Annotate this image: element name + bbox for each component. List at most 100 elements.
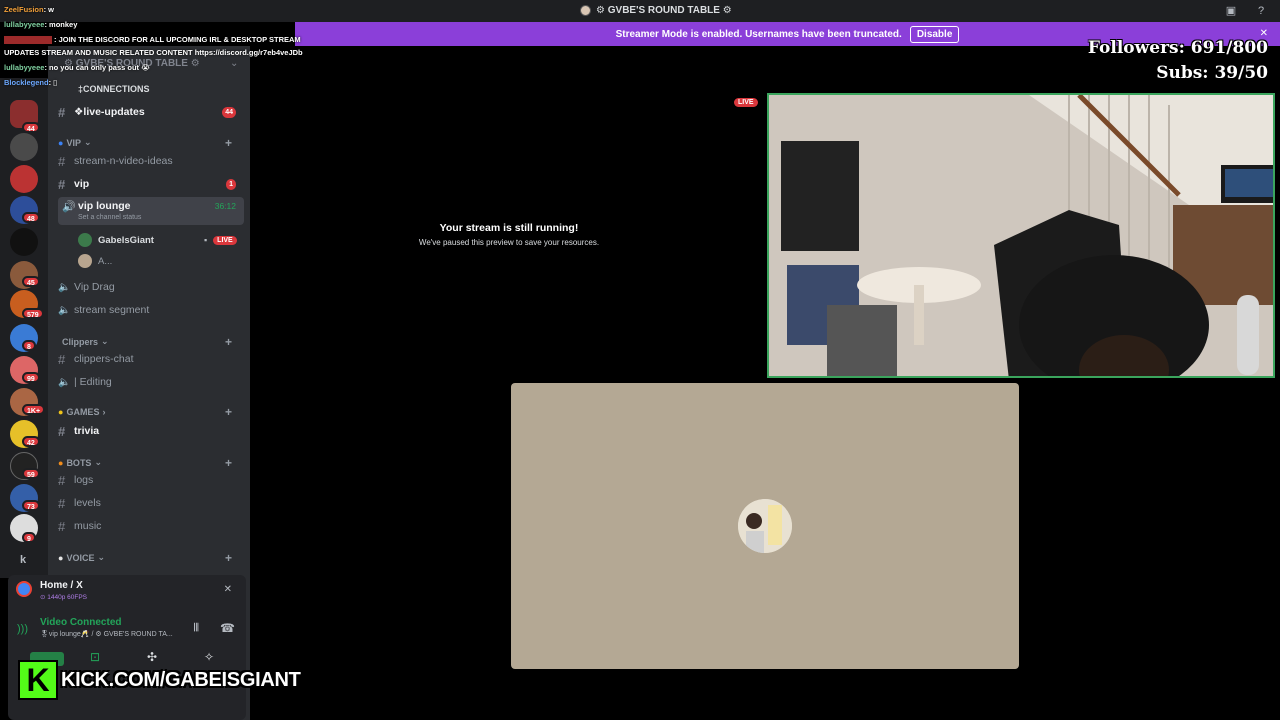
chevron-down-icon[interactable]: ⌄: [230, 58, 238, 69]
server-badge: 44: [22, 122, 40, 133]
server-badge: 9: [22, 532, 36, 543]
server-badge: 579: [22, 308, 44, 319]
add-channel-icon[interactable]: +: [225, 551, 232, 565]
chat-message: Blocklegend: ▯: [4, 78, 57, 87]
server-icon[interactable]: [10, 165, 38, 193]
stream-title: Home / X: [40, 580, 83, 591]
voice-user[interactable]: GabelsGiant ▪ LIVE: [78, 233, 237, 247]
server-name: ⚙ GVBE'S ROUND TABLE ⚙: [596, 5, 732, 16]
server-badge: 8: [22, 340, 36, 351]
channel-label: levels: [74, 497, 101, 509]
server-rail: k 44 48 45 579 8 99 1K+ 42 59 73 9: [0, 78, 48, 578]
server-badge: 45: [22, 276, 40, 287]
speaker-icon: 🔈: [58, 376, 71, 388]
server-icon[interactable]: [10, 133, 38, 161]
subs-goal: Subs: 39/50: [1156, 63, 1268, 83]
title-bar: ⚙ GVBE'S ROUND TABLE ⚙ ▣ ?: [0, 0, 1280, 22]
avatar: [78, 254, 92, 268]
channel-label: Vip Drag: [74, 281, 115, 293]
stream-quality: ⊙ 1440p 60FPS: [40, 594, 88, 601]
add-channel-icon[interactable]: +: [225, 456, 232, 470]
category-bots[interactable]: ● BOTS ⌄ +: [58, 456, 244, 470]
connection-status[interactable]: Video Connected: [40, 617, 122, 628]
chat-message: UPDATES STREAM AND MUSIC RELATED CONTENT…: [4, 48, 303, 57]
channel-label: logs: [74, 474, 94, 486]
yellow-circle-icon: ●: [58, 407, 64, 417]
server-letter-icon[interactable]: k: [20, 554, 26, 566]
server-badge: 48: [22, 212, 40, 223]
channel-vip[interactable]: # vip 1: [58, 174, 244, 194]
window-title: ⚙ GVBE'S ROUND TABLE ⚙: [580, 5, 732, 16]
server-badge: 42: [22, 436, 40, 447]
disconnect-icon[interactable]: ☎: [220, 621, 235, 635]
channel-live-updates[interactable]: # ❖live-updates 44: [58, 102, 244, 122]
category-connections[interactable]: ‡CONNECTIONS: [58, 84, 244, 94]
stream-paused-message: Your stream is still running! We've paus…: [409, 222, 609, 247]
white-circle-icon: ●: [58, 552, 64, 563]
add-channel-icon[interactable]: +: [225, 405, 232, 419]
channel-label: vip lounge: [78, 200, 131, 212]
channel-logs[interactable]: # logs: [58, 470, 244, 490]
disable-button[interactable]: Disable: [909, 25, 960, 43]
server-badge: 99: [22, 372, 40, 383]
help-icon[interactable]: ?: [1254, 4, 1268, 18]
chat-message: : JOIN THE DISCORD FOR ALL UPCOMING IRL …: [4, 35, 301, 45]
add-channel-icon[interactable]: +: [225, 136, 232, 150]
channel-label: | Editing: [74, 376, 112, 388]
inbox-icon[interactable]: ▣: [1224, 4, 1238, 18]
noise-suppression-icon[interactable]: 𝄃𝄃: [194, 622, 199, 635]
chat-text: : w: [43, 5, 55, 14]
channel-levels[interactable]: # levels: [58, 493, 244, 513]
voice-timer: 36:12: [214, 201, 236, 211]
server-icon[interactable]: [10, 228, 38, 256]
mention-badge: 44: [222, 106, 236, 118]
channel-label: stream segment: [74, 304, 150, 316]
hash-icon: #: [58, 423, 66, 439]
add-channel-icon[interactable]: +: [225, 335, 232, 349]
hash-icon: #: [58, 351, 66, 367]
user-name: GabelsGiant: [98, 234, 154, 246]
server-badge: 59: [22, 468, 40, 479]
blue-circle-icon: ●: [58, 137, 64, 148]
category-voice[interactable]: ● VOICE ⌄ +: [58, 551, 244, 565]
channel-stream-n-video-ideas[interactable]: # stream-n-video-ideas: [58, 151, 244, 171]
webcam-video[interactable]: [767, 93, 1275, 378]
speaker-icon: 🔈: [58, 304, 71, 316]
chrome-icon: [16, 581, 32, 597]
chat-message: lullabyyeee: monkey: [4, 20, 77, 29]
category-vip[interactable]: ● VIP ⌄ +: [58, 136, 244, 150]
hash-icon: #: [58, 495, 66, 511]
hash-icon: #: [58, 472, 66, 488]
voice-channel-vip-lounge[interactable]: 🔊 vip lounge 36:12 Set a channel status: [58, 197, 244, 225]
live-badge: LIVE: [213, 235, 237, 245]
channel-clippers-chat[interactable]: # clippers-chat: [58, 349, 244, 369]
server-icon: [580, 5, 591, 16]
chat-user: ZeelFusion: [4, 5, 44, 14]
followers-goal: Followers: 691/800: [1087, 38, 1268, 58]
hash-icon: #: [58, 153, 66, 169]
chat-text: : monkey: [44, 20, 78, 29]
channel-music[interactable]: # music: [58, 516, 244, 536]
hash-icon: #: [58, 518, 66, 534]
chat-message: ZeelFusion: w: [4, 5, 54, 14]
voice-user[interactable]: A...: [78, 254, 112, 268]
category-clippers[interactable]: Clippers ⌄ +: [58, 335, 244, 349]
category-games[interactable]: ● GAMES › +: [58, 405, 244, 419]
hash-icon: #: [58, 104, 66, 120]
banner-message: Streamer Mode is enabled. Usernames have…: [615, 28, 902, 40]
chat-message: lullabyyeee: no you can only pass out 😭: [4, 63, 150, 72]
channel-trivia[interactable]: # trivia: [58, 421, 244, 441]
chat-user: Blocklegend: [4, 78, 49, 87]
mention-badge: 1: [226, 178, 236, 190]
voice-channel-vip-drag[interactable]: 🔈 Vip Drag: [58, 277, 244, 297]
channel-path: 🎖vip lounge🥂 / ⚙ GVBE'S ROUND TA...: [40, 631, 173, 638]
stop-stream-icon[interactable]: ✕: [224, 584, 232, 595]
chat-text: : JOIN THE DISCORD FOR ALL UPCOMING IRL …: [54, 35, 301, 44]
orange-circle-icon: ●: [58, 457, 64, 468]
voice-channel-stream-segment[interactable]: 🔈 stream segment: [58, 300, 244, 320]
stream-paused-heading: Your stream is still running!: [439, 222, 579, 234]
channel-status[interactable]: Set a channel status: [78, 214, 141, 221]
webcam-scene: [769, 95, 1273, 376]
participant-avatar: [738, 499, 792, 553]
voice-channel-editing[interactable]: 🔈 | Editing: [58, 372, 244, 392]
